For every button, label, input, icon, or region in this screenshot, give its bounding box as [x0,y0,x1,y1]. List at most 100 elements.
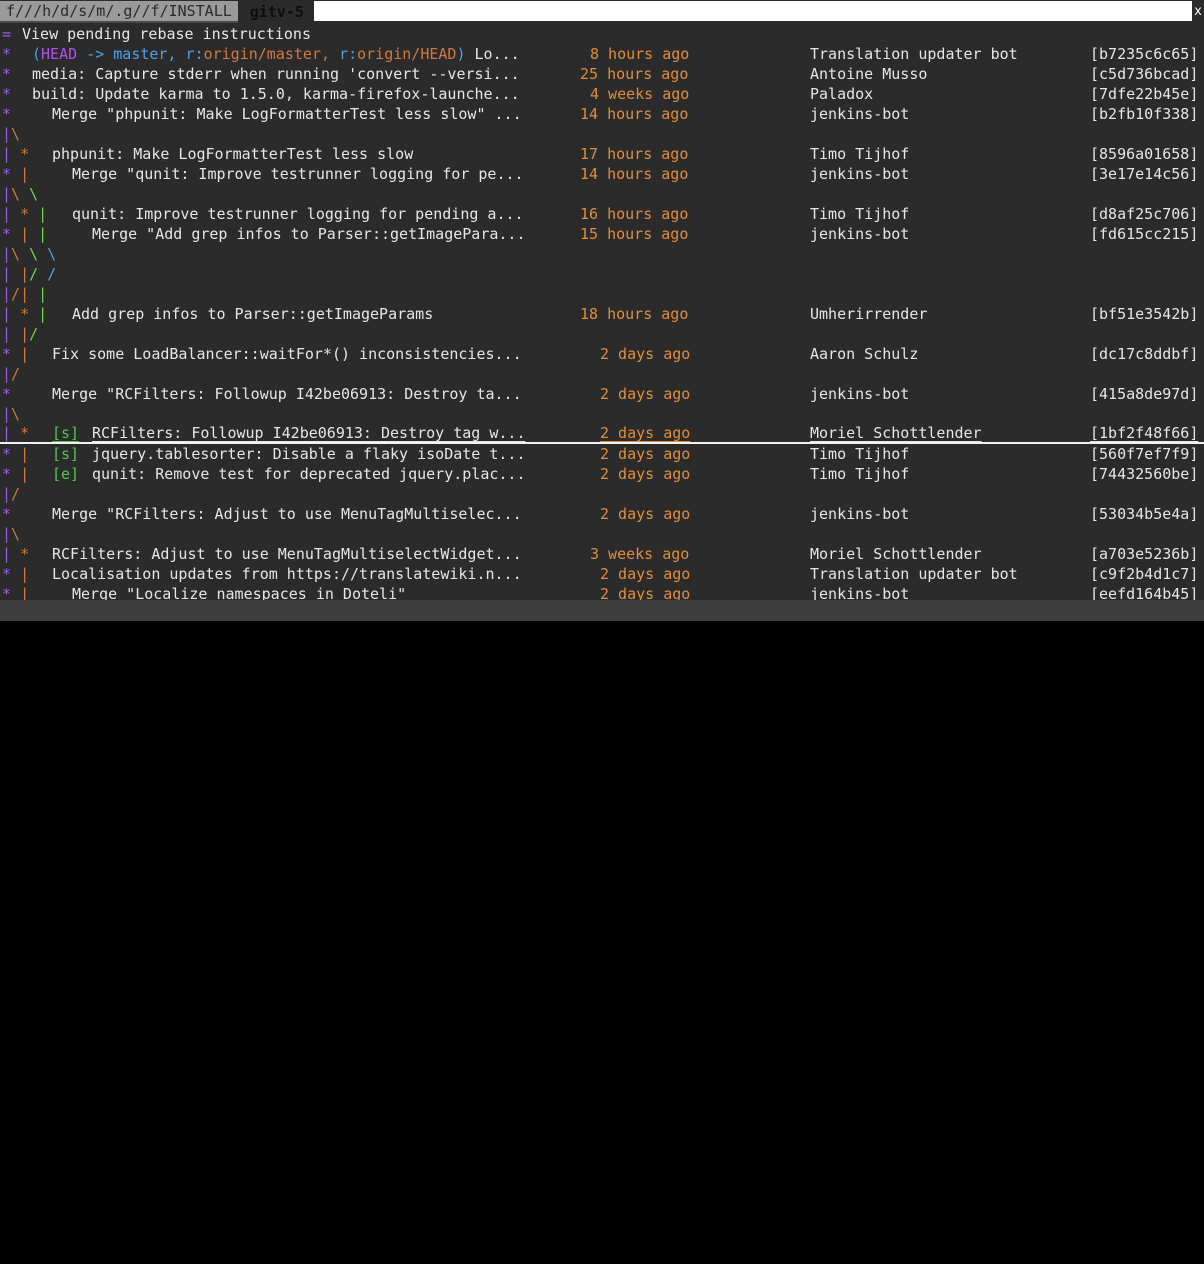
graph-glyph: \ [11,185,21,203]
commit-row[interactable]: | * RCFilters: Adjust to use MenuTagMulti… [0,544,1204,564]
commit-date: 17 hours ago [580,145,689,163]
commit-author: Aaron Schulz [810,345,919,363]
commit-hash: [b7235c6c65] [1090,45,1199,63]
commit-row[interactable]: |\ [0,124,1204,144]
commit-row[interactable]: |\ \ [0,184,1204,204]
graph-glyph: | [2,125,12,143]
commit-row[interactable]: * media: Capture stderr when running 'con… [0,64,1204,84]
tab-file-path[interactable]: f///h/d/s/m/.g//f/INSTALL [0,1,238,23]
status-bar: gitv-5 [RO] [0,600,1204,640]
graph-glyph [11,545,20,563]
commit-date: 4 weeks ago [590,85,690,103]
close-icon[interactable]: x [1192,0,1204,24]
tab-bar-empty-area[interactable] [313,1,1192,21]
graph-glyph: | [2,525,12,543]
commit-graph: | * [2,144,29,164]
commit-hash: [c5d736bcad] [1090,65,1199,83]
graph-glyph [20,185,29,203]
graph-glyph: * [2,105,12,123]
graph-glyph: * [2,85,12,103]
commit-row[interactable]: |/ [0,484,1204,504]
tab-file-path-label: f///h/d/s/m/.g//f/INSTALL [6,2,232,20]
commit-row[interactable]: | * phpunit: Make LogFormatterTest less s… [0,144,1204,164]
commit-row[interactable]: * | Merge "Localize namespaces in Doteli"… [0,584,1204,600]
graph-glyph [11,445,20,463]
commit-hash: [1bf2f48f66] [1090,424,1199,442]
commit-graph: | * [2,544,29,564]
commit-row[interactable]: |/ [0,364,1204,384]
commit-subject: RCFilters: Followup I42be06913: Destroy … [92,424,526,442]
commit-row-list: * (HEAD -> master, r:origin/master, r:ori… [0,44,1204,600]
commit-date: 2 days ago [600,445,691,463]
graph-glyph: * [20,424,30,442]
commit-row[interactable]: * | Merge "qunit: Improve testrunner logg… [0,164,1204,184]
commit-row[interactable]: | * | Add grep infos to Parser::getImageP… [0,304,1204,324]
graph-glyph: / [11,285,21,303]
commit-row[interactable]: |/| | [0,284,1204,304]
graph-glyph: | [2,305,12,323]
commit-status-tag: [s] [52,424,80,442]
graph-glyph: * [2,345,12,363]
commit-ref-decorations: (HEAD -> master, r:origin/master, r:orig… [32,44,520,64]
commit-author: Timo Tijhof [810,445,910,463]
graph-glyph: \ [29,245,39,263]
graph-glyph: | [20,585,30,600]
commit-row-selected[interactable]: | * [s] RCFilters: Followup I42be06913: De… [0,424,1204,444]
commit-log-pane[interactable]: = View pending rebase instructions * (HEA… [0,24,1204,600]
commit-row[interactable]: * Merge "RCFilters: Adjust to use MenuTag… [0,504,1204,524]
graph-glyph: * [2,465,12,483]
commit-graph: * [2,504,11,524]
graph-glyph: | [2,265,12,283]
commit-row[interactable]: * | | Merge "Add grep infos to Parser::ge… [0,224,1204,244]
commit-author: Timo Tijhof [810,145,910,163]
graph-glyph: | [38,205,48,223]
commit-subject: jquery.tablesorter: Disable a flaky isoD… [92,445,526,463]
commit-status-tag: [e] [52,465,80,483]
commit-row[interactable]: |\ \ \ [0,244,1204,264]
commit-hash: [fd615cc215] [1090,225,1199,243]
graph-glyph [11,565,20,583]
commit-hash: [7dfe22b45e] [1090,85,1199,103]
commit-row[interactable]: * | Localisation updates from https://tra… [0,564,1204,584]
commit-subject: qunit: Improve testrunner logging for pe… [72,205,524,223]
commit-row[interactable]: * (HEAD -> master, r:origin/master, r:ori… [0,44,1204,64]
graph-glyph: | [2,185,12,203]
commit-hash: [eefd164b45] [1090,585,1199,600]
commit-subject: Merge "phpunit: Make LogFormatterTest le… [52,105,522,123]
commit-hash: [560f7ef7f9] [1090,445,1199,463]
graph-glyph [29,285,38,303]
commit-date: 2 days ago [600,505,691,523]
commit-graph: * [2,84,11,104]
commit-row[interactable]: * Merge "phpunit: Make LogFormatterTest l… [0,104,1204,124]
tab-session-title[interactable]: gitv-5 [237,0,314,24]
commit-row[interactable]: |\ [0,404,1204,424]
commit-row[interactable]: | |/ [0,324,1204,344]
commit-hash: [d8af25c706] [1090,205,1199,223]
rebase-instructions-row[interactable]: = View pending rebase instructions [0,24,1204,44]
commit-subject: RCFilters: Adjust to use MenuTagMultisel… [52,545,522,563]
graph-glyph: | [2,405,12,423]
commit-row[interactable]: |\ [0,524,1204,544]
command-input-line[interactable]: Please enter a command to execute for ea… [0,621,1204,663]
commit-row[interactable]: * Merge "RCFilters: Followup I42be06913: … [0,384,1204,404]
commit-row[interactable]: * | [e] qunit: Remove test for deprecated … [0,464,1204,484]
graph-glyph: * [2,505,12,523]
graph-glyph [11,345,20,363]
tab-session-title-label: gitv-5 [249,3,304,21]
commit-graph: |\ [2,124,20,144]
commit-date: 16 hours ago [580,205,689,223]
graph-glyph: \ [11,405,21,423]
graph-glyph: | [38,285,48,303]
commit-row[interactable]: | |/ / [0,264,1204,284]
graph-glyph [11,305,20,323]
commit-row[interactable]: * | Fix some LoadBalancer::waitFor*() inc… [0,344,1204,364]
commit-graph: |\ [2,404,20,424]
commit-row[interactable]: * build: Update karma to 1.5.0, karma-fir… [0,84,1204,104]
graph-glyph [29,305,38,323]
graph-glyph: | [2,485,12,503]
commit-row[interactable]: | * | qunit: Improve testrunner logging f… [0,204,1204,224]
commit-hash: [53034b5e4a] [1090,505,1199,523]
commit-graph: * [2,384,11,404]
commit-subject: Merge "RCFilters: Adjust to use MenuTagM… [52,505,522,523]
commit-row[interactable]: * | [s] jquery.tablesorter: Disable a flak… [0,444,1204,464]
